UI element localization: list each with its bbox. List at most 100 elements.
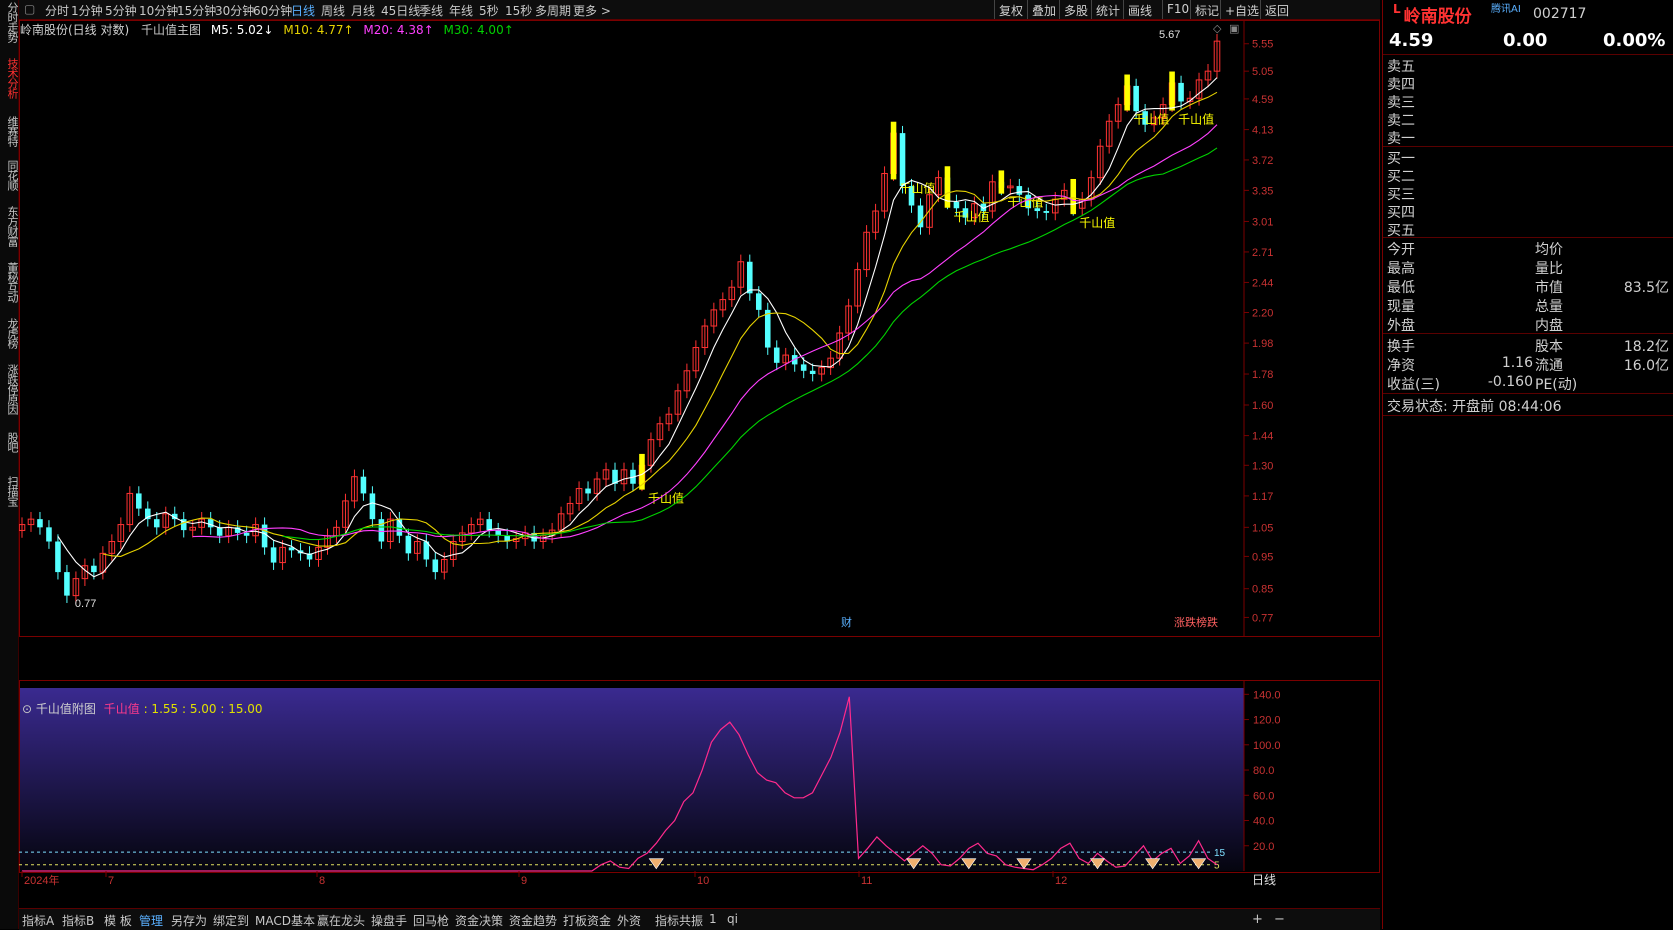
- bid-level-label: 买二: [1387, 169, 1415, 185]
- y-tick-label: 4.59: [1252, 94, 1273, 106]
- toolbar-separator: [1190, 0, 1191, 19]
- left-nav-tab[interactable]: 分时走势: [0, 2, 19, 42]
- candle-body: [764, 309, 771, 348]
- m5-value: M5: 5.02↓: [210, 23, 274, 37]
- ref-label: 15: [1214, 848, 1226, 859]
- toolbar-button[interactable]: 多股: [1064, 2, 1088, 19]
- left-nav-tab[interactable]: 东方财富: [0, 206, 19, 246]
- toolbar-button[interactable]: +自选: [1225, 2, 1259, 19]
- indicator-name[interactable]: 千山值主图: [141, 23, 201, 37]
- period-tab[interactable]: 年线: [449, 2, 473, 19]
- left-nav-tab[interactable]: 股吧: [0, 432, 19, 452]
- indicator-tab[interactable]: 资金趋势: [509, 912, 557, 929]
- toolbar-separator: [1123, 0, 1124, 19]
- ma5-line: [57, 77, 1218, 578]
- main-legend: 岭南股份(日线 对数) 千山值主图 M5: 5.02↓ M10: 4.77↑ M…: [20, 21, 514, 38]
- indicator-tab[interactable]: 指标共振: [655, 912, 703, 929]
- sub-collapse-icon[interactable]: ⊙: [22, 702, 32, 716]
- left-nav-tab[interactable]: 维赛特: [0, 116, 19, 146]
- indicator-tab[interactable]: 外资: [617, 912, 641, 929]
- toolbar-button[interactable]: 统计: [1096, 2, 1120, 19]
- period-tab[interactable]: 10分钟: [139, 2, 178, 19]
- period-tab[interactable]: 多周期: [535, 2, 571, 19]
- left-nav-tab[interactable]: 龙虎榜: [0, 318, 19, 348]
- candle-body: [899, 133, 906, 187]
- period-tab[interactable]: 15秒: [505, 2, 532, 19]
- y-tick-label: 5.05: [1252, 66, 1273, 78]
- period-tab[interactable]: 季线: [419, 2, 443, 19]
- left-nav-tab[interactable]: 同花顺: [0, 160, 19, 190]
- zoom-in-button[interactable]: +: [1252, 912, 1263, 927]
- left-nav-tab[interactable]: 技术分析: [0, 58, 19, 98]
- info-value: 18.2亿: [1623, 339, 1669, 355]
- period-tab[interactable]: 周线: [321, 2, 345, 19]
- left-nav-tab[interactable]: 涨跌停原因: [0, 364, 19, 414]
- info-value: 16.0亿: [1623, 358, 1669, 374]
- ask-level-label: 卖三: [1387, 95, 1415, 111]
- candle-body: [405, 535, 412, 554]
- period-tab[interactable]: 60分钟: [253, 2, 292, 19]
- indicator-tab[interactable]: qi: [727, 912, 738, 926]
- info-value: 83.5亿: [1623, 280, 1669, 296]
- sub-title[interactable]: 千山值附图: [36, 702, 96, 716]
- indicator-tab[interactable]: 回马枪: [413, 912, 449, 929]
- x-tick-label: 8: [319, 875, 325, 887]
- period-tab[interactable]: 5秒: [479, 2, 499, 19]
- indicator-tab[interactable]: 绑定到: [213, 912, 249, 929]
- m30-value: M30: 4.00↑: [443, 23, 514, 37]
- y-tick-label: 0.85: [1252, 584, 1273, 596]
- toolbar-button[interactable]: 返回: [1265, 2, 1289, 19]
- toolbar-button[interactable]: 叠加: [1032, 2, 1056, 19]
- ask-level-label: 卖四: [1387, 77, 1415, 93]
- stock-code: 002717: [1533, 6, 1587, 22]
- toolbar-button[interactable]: 复权: [999, 2, 1023, 19]
- change-pct: 0.00%: [1603, 30, 1666, 51]
- indicator-tab[interactable]: 另存为: [171, 912, 207, 929]
- period-tab[interactable]: 日线: [291, 2, 315, 19]
- info-label: 现量: [1387, 299, 1415, 315]
- indicator-tab[interactable]: 1: [709, 912, 717, 926]
- period-tab[interactable]: 1分钟: [71, 2, 103, 19]
- sub-y-tick-label: 20.0: [1253, 841, 1274, 853]
- indicator-tab[interactable]: 赢在龙头: [317, 912, 365, 929]
- left-nav-tab[interactable]: 扫描宝: [0, 476, 19, 506]
- period-tab[interactable]: 分时: [45, 2, 69, 19]
- x-tick-label: 2024年: [24, 873, 59, 887]
- flag-icon: L: [1393, 2, 1401, 16]
- indicator-tab[interactable]: 资金决策: [455, 912, 503, 929]
- indicator-tab[interactable]: 指标A: [22, 912, 54, 929]
- x-tick-label: 7: [108, 875, 114, 887]
- collapse-icon[interactable]: ▢: [24, 2, 35, 16]
- period-tab[interactable]: 月线: [351, 2, 375, 19]
- indicator-tab[interactable]: 管理: [139, 912, 163, 929]
- chart-title: 岭南股份(日线 对数): [20, 23, 130, 37]
- toolbar-button[interactable]: F10: [1167, 2, 1189, 16]
- candle-body: [136, 493, 142, 509]
- ai-badge[interactable]: 腾讯AI: [1491, 0, 1521, 15]
- zoom-out-button[interactable]: −: [1274, 912, 1285, 927]
- period-tab[interactable]: 15分钟: [177, 2, 216, 19]
- indicator-tab[interactable]: 打板资金: [563, 912, 611, 929]
- y-tick-label: 2.20: [1252, 308, 1273, 320]
- indicator-tab[interactable]: 指标B: [62, 912, 94, 929]
- info-label: 量比: [1535, 261, 1563, 277]
- main-kline-chart[interactable]: 0.77 0.85 0.95 1.05 1.17 1.30 1.44 1.60 1.78 1.98…: [19, 20, 1380, 677]
- toolbar-button[interactable]: 标记: [1195, 2, 1219, 19]
- info-label: PE(动): [1535, 377, 1578, 393]
- period-tab[interactable]: 5分钟: [105, 2, 137, 19]
- x-tick-label: 10: [697, 875, 709, 887]
- period-tab[interactable]: 30分钟: [215, 2, 254, 19]
- period-tab[interactable]: 45日线: [381, 2, 420, 19]
- toolbar-button[interactable]: 画线: [1128, 2, 1152, 19]
- indicator-tab[interactable]: MACD基本: [255, 912, 315, 929]
- candle-body: [270, 547, 277, 563]
- left-nav-tab[interactable]: 董秘互动: [0, 262, 19, 302]
- period-tab[interactable]: 更多 >: [573, 2, 611, 19]
- divider: [1383, 393, 1673, 394]
- y-tick-label: 0.95: [1252, 551, 1273, 563]
- indicator-tab[interactable]: 模 板: [104, 912, 132, 929]
- signal-label: 千山值: [953, 209, 989, 224]
- indicator-tab[interactable]: 操盘手: [371, 912, 407, 929]
- candle-body: [207, 519, 214, 528]
- toolbar-separator: [1059, 0, 1060, 19]
